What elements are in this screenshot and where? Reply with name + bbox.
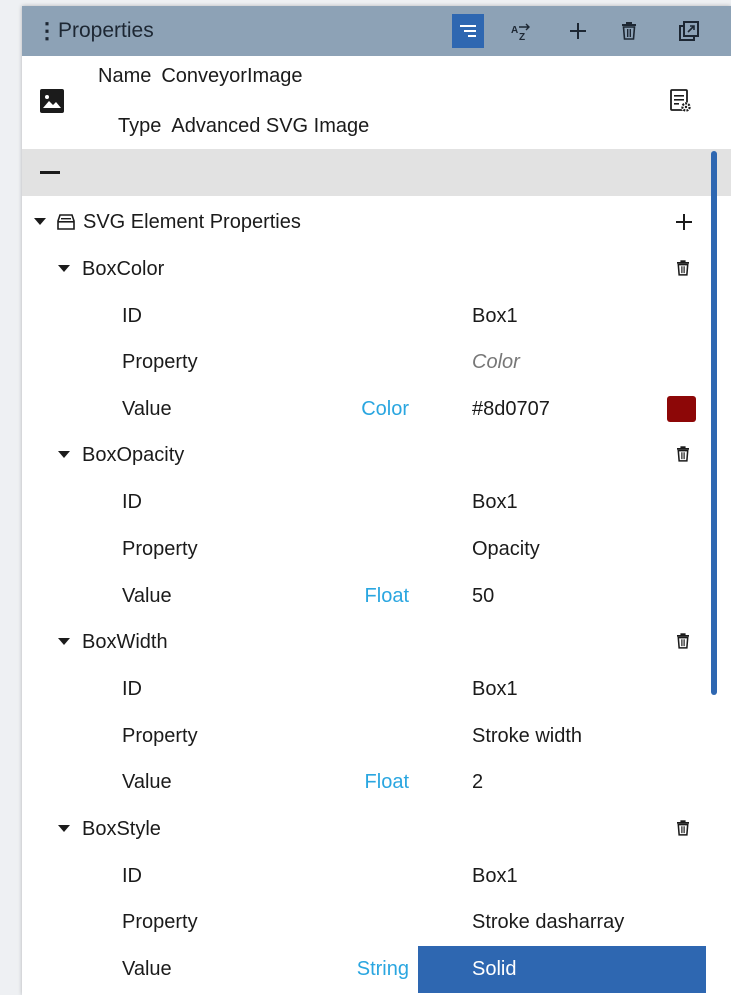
row-value[interactable]: Stroke width xyxy=(472,725,582,748)
item-name: BoxStyle xyxy=(82,818,161,840)
row-value[interactable]: Stroke dasharray xyxy=(472,911,624,934)
type-row: Type Advanced SVG Image xyxy=(118,115,369,138)
row-label: Value xyxy=(122,398,172,420)
row-type: Float xyxy=(364,585,409,607)
name-value: ConveyorImage xyxy=(161,65,303,87)
row-label: ID xyxy=(122,678,142,700)
properties-panel: ⋮ Properties A Z Name ConveyorImage Type… xyxy=(22,6,731,995)
item-boxstyle[interactable]: BoxStyle xyxy=(22,806,712,852)
type-value: Advanced SVG Image xyxy=(171,115,370,137)
add-button[interactable] xyxy=(562,14,594,48)
sort-az-icon: A Z xyxy=(511,23,530,42)
row-label: ID xyxy=(122,305,142,327)
popout-button[interactable] xyxy=(673,14,705,48)
trash-icon[interactable] xyxy=(677,820,689,836)
name-row: Name ConveyorImage xyxy=(98,65,303,88)
property-row[interactable]: ID Box1 xyxy=(22,853,712,899)
panel-titlebar: ⋮ Properties A Z xyxy=(22,6,731,56)
row-value[interactable]: Box1 xyxy=(472,305,518,328)
collapse-all-bar[interactable] xyxy=(22,149,731,196)
group-label: SVG Element Properties xyxy=(83,211,301,233)
row-type: Float xyxy=(364,771,409,793)
property-row[interactable]: Property Stroke width xyxy=(22,713,712,759)
row-label: Property xyxy=(122,911,198,933)
image-icon xyxy=(40,89,64,113)
trash-icon[interactable] xyxy=(677,260,689,276)
popout-window-icon xyxy=(679,21,699,41)
selected-value-cell[interactable]: Solid xyxy=(418,946,706,993)
row-value[interactable]: 50 xyxy=(472,585,494,608)
svg-text:Z: Z xyxy=(519,32,525,42)
svg-text:A: A xyxy=(511,25,518,36)
caret-down-icon xyxy=(58,265,70,272)
type-label: Type xyxy=(118,115,162,137)
row-type: String xyxy=(356,958,409,980)
row-value[interactable]: Opacity xyxy=(472,538,540,561)
trash-icon[interactable] xyxy=(677,446,689,462)
item-boxcolor[interactable]: BoxColor xyxy=(22,246,712,292)
row-label: Value xyxy=(122,585,172,607)
row-value[interactable]: Box1 xyxy=(472,491,518,514)
property-row[interactable]: ID Box1 xyxy=(22,293,712,339)
row-value[interactable]: Solid xyxy=(472,958,516,981)
row-value[interactable]: 2 xyxy=(472,771,483,794)
row-value[interactable]: Box1 xyxy=(472,678,518,701)
property-row[interactable]: Value Float 2 xyxy=(22,759,712,805)
item-boxwidth[interactable]: BoxWidth xyxy=(22,619,712,665)
row-label: Property xyxy=(122,351,198,373)
row-value[interactable]: #8d0707 xyxy=(472,398,550,421)
property-row[interactable]: Value Color #8d0707 xyxy=(22,386,712,432)
document-settings-icon[interactable] xyxy=(669,88,693,114)
panel-title: Properties xyxy=(58,19,154,42)
trash-icon[interactable] xyxy=(677,633,689,649)
drag-handle-icon[interactable]: ⋮ xyxy=(36,20,58,42)
group-svg-element-properties[interactable]: SVG Element Properties xyxy=(22,199,712,245)
item-name: BoxWidth xyxy=(82,631,168,653)
categorized-view-button[interactable] xyxy=(452,14,484,48)
property-row[interactable]: Property Stroke dasharray xyxy=(22,899,712,945)
row-label: Value xyxy=(122,771,172,793)
caret-down-icon xyxy=(58,638,70,645)
trash-icon xyxy=(622,22,636,40)
property-row[interactable]: Value String Solid xyxy=(22,946,712,993)
row-label: Property xyxy=(122,538,198,560)
caret-down-icon xyxy=(58,451,70,458)
item-name: BoxColor xyxy=(82,258,165,280)
property-row[interactable]: ID Box1 xyxy=(22,479,712,525)
row-value[interactable]: Color xyxy=(472,351,520,374)
caret-down-icon xyxy=(58,825,70,832)
property-row[interactable]: ID Box1 xyxy=(22,666,712,712)
caret-down-icon xyxy=(34,218,46,225)
layers-icon xyxy=(57,214,75,230)
minus-icon xyxy=(40,171,60,174)
row-label: ID xyxy=(122,865,142,887)
row-label: ID xyxy=(122,491,142,513)
delete-button[interactable] xyxy=(613,14,645,48)
property-row[interactable]: Property Color xyxy=(22,339,712,385)
row-value[interactable]: Box1 xyxy=(472,865,518,888)
name-label: Name xyxy=(98,65,152,87)
item-name: BoxOpacity xyxy=(82,444,185,466)
row-label: Value xyxy=(122,958,172,980)
plus-icon xyxy=(570,23,586,39)
item-boxopacity[interactable]: BoxOpacity xyxy=(22,432,712,478)
plus-icon[interactable] xyxy=(675,213,693,231)
alphabetical-sort-button[interactable]: A Z xyxy=(505,14,537,48)
property-row[interactable]: Property Opacity xyxy=(22,526,712,572)
row-label: Property xyxy=(122,725,198,747)
color-swatch[interactable] xyxy=(667,396,696,422)
sort-lines-icon xyxy=(460,25,476,37)
row-type: Color xyxy=(361,398,409,420)
property-row[interactable]: Value Float 50 xyxy=(22,573,712,619)
